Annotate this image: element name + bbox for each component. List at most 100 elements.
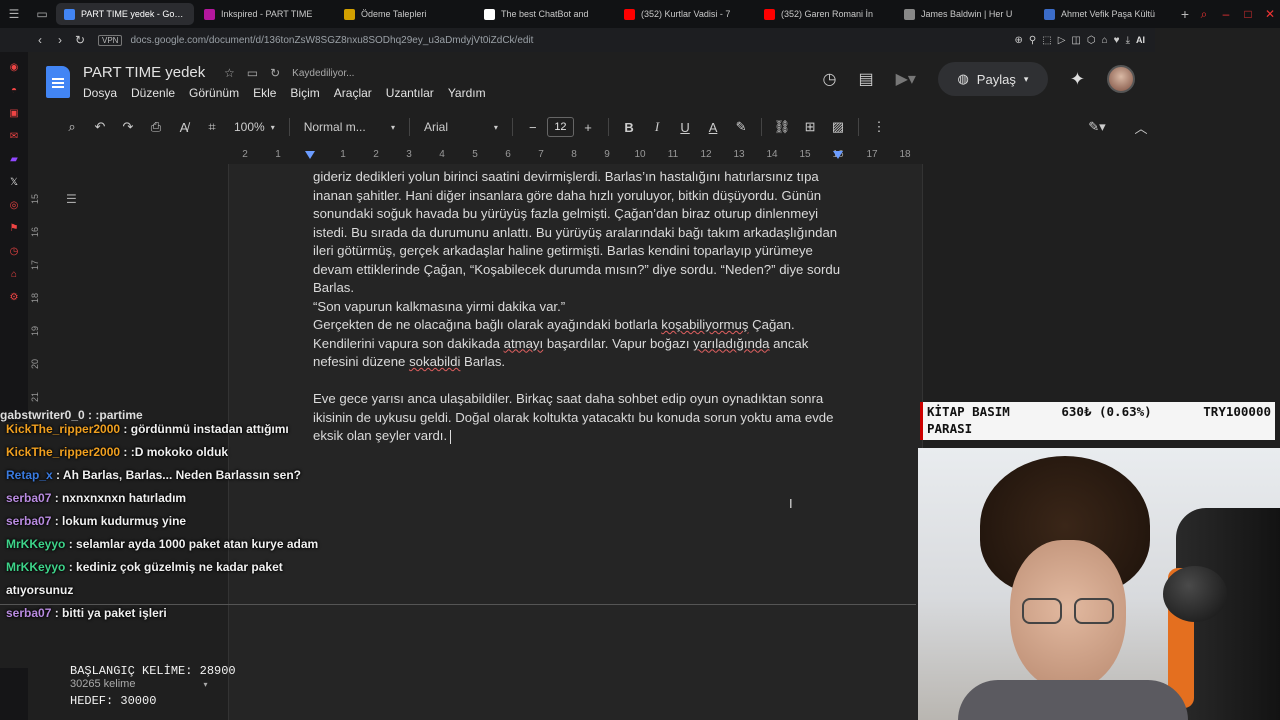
profile-icon[interactable]: ⌂ (1102, 35, 1108, 46)
extensions-icon[interactable]: ⬡ (1087, 35, 1096, 46)
docs-word-count[interactable]: 30265 kelime ▾ (70, 678, 207, 690)
redo-icon[interactable]: ↷ (114, 115, 142, 139)
history-icon[interactable]: ◷ (822, 69, 836, 89)
increase-font-icon[interactable]: + (574, 115, 602, 139)
spelling-error[interactable]: atmayı (504, 336, 544, 351)
document-paragraph[interactable]: Gerçekten de ne olacağına bağlı olarak a… (313, 316, 853, 372)
reload-icon[interactable]: ↻ (70, 33, 90, 47)
maximize-button[interactable]: □ (1238, 7, 1258, 21)
style-select[interactable]: Normal m... ▾ (296, 115, 403, 139)
italic-icon[interactable]: I (643, 115, 671, 139)
underline-icon[interactable]: U (671, 115, 699, 139)
browser-tab[interactable]: The best ChatBot and (476, 3, 614, 25)
highlight-icon[interactable]: ✎ (727, 115, 755, 139)
paint-format-icon[interactable]: ⌗ (198, 115, 226, 139)
spelling-error[interactable]: koşabiliyormuş (661, 317, 748, 332)
document-page[interactable]: gideriz dedikleri yolun birinci saatini … (228, 164, 923, 720)
browser-tab[interactable]: Ödeme Talepleri (336, 3, 474, 25)
browser-tab[interactable]: PART TIME yedek - Google (56, 3, 194, 25)
gemini-icon[interactable]: ✦ (1070, 69, 1085, 90)
link-icon[interactable]: ⛓ (768, 115, 796, 139)
browser-tab[interactable]: (352) Kurtlar Vadisi - 7 (616, 3, 754, 25)
add-comment-icon[interactable]: ⊞ (796, 115, 824, 139)
print-icon[interactable]: ⎙ (142, 115, 170, 139)
browser-tab[interactable]: Inkspired - PART TIME (196, 3, 334, 25)
forward-icon[interactable]: › (50, 33, 70, 47)
spelling-error[interactable]: sokabildi (409, 354, 460, 369)
docs-logo-icon[interactable] (46, 66, 70, 98)
spellcheck-icon[interactable]: A̸ (170, 115, 198, 139)
document-body[interactable]: gideriz dedikleri yolun birinci saatini … (313, 168, 853, 446)
bookmark-icon[interactable]: ⚑ (0, 217, 28, 240)
url-field[interactable]: docs.google.com/document/d/136tonZsW8SGZ… (130, 35, 533, 46)
menu-item[interactable]: Düzenle (131, 86, 175, 100)
document-title[interactable]: PART TIME yedek (83, 64, 205, 81)
font-select[interactable]: Arial ▾ (416, 115, 506, 139)
search-tabs-icon[interactable]: ⌕ (1194, 7, 1214, 22)
menu-item[interactable]: Yardım (448, 86, 486, 100)
player-icon[interactable]: ◎ (0, 194, 28, 217)
menu-item[interactable]: Görünüm (189, 86, 239, 100)
font-size-input[interactable]: 12 (546, 117, 575, 137)
aria-icon[interactable]: ◉ (0, 56, 28, 79)
document-paragraph[interactable]: Eve gece yarısı anca ulaşabildiler. Birk… (313, 390, 853, 446)
camera-icon[interactable]: ◫ (1071, 35, 1080, 46)
browser-tab[interactable]: (352) Garen Romani İn (756, 3, 894, 25)
menu-item[interactable]: Araçlar (334, 86, 372, 100)
tab-overview-icon[interactable]: ▭ (28, 0, 56, 28)
snapshot-icon[interactable]: ⬚ (1042, 35, 1051, 46)
instagram-icon[interactable]: ▣ (0, 102, 28, 125)
mail-icon[interactable]: ✉ (0, 125, 28, 148)
more-options-icon[interactable]: ⋮ (865, 115, 893, 139)
right-indent-marker[interactable] (833, 151, 843, 159)
insert-image-icon[interactable]: ▨ (824, 115, 852, 139)
editing-mode-icon[interactable]: ✎▾ (1083, 115, 1111, 139)
pin-icon[interactable]: ⚲ (1029, 35, 1036, 46)
document-paragraph[interactable]: gideriz dedikleri yolun birinci saatini … (313, 168, 853, 298)
close-window-button[interactable]: ✕ (1260, 7, 1280, 21)
document-paragraph[interactable] (313, 372, 853, 391)
menu-item[interactable]: Dosya (83, 86, 117, 100)
messenger-icon[interactable]: ◓ (0, 79, 28, 102)
left-indent-marker[interactable] (305, 151, 315, 159)
menu-item[interactable]: Biçim (290, 86, 319, 100)
ai-button[interactable]: AI (1136, 35, 1145, 45)
avatar[interactable] (1107, 65, 1135, 93)
search-menus-icon[interactable]: ⌕ (58, 115, 86, 139)
document-paragraph[interactable]: “Son vapurun kalkmasına yirmi dakika var… (313, 298, 853, 317)
share-button[interactable]: ◍ Paylaş ▾ (937, 62, 1048, 96)
pinboard-icon[interactable]: ⌂ (0, 263, 28, 286)
back-icon[interactable]: ‹ (30, 33, 50, 47)
vpn-badge[interactable]: VPN (98, 34, 123, 46)
play-icon[interactable]: ▷ (1058, 35, 1066, 46)
browser-tab[interactable]: Ahmet Vefik Paşa Kültü (1036, 3, 1174, 25)
new-tab-button[interactable]: + (1174, 3, 1196, 25)
zoom-icon[interactable]: ⊕ (1015, 35, 1023, 46)
opera-menu-icon[interactable]: ☰ (0, 0, 28, 28)
minimize-button[interactable]: – (1216, 7, 1236, 21)
ruler-number: 15 (799, 149, 811, 160)
heart-icon[interactable]: ♥ (1114, 35, 1120, 46)
move-folder-icon[interactable]: ▭ (247, 66, 258, 80)
text-color-icon[interactable]: A (699, 115, 727, 139)
undo-icon[interactable]: ↶ (86, 115, 114, 139)
document-outline-icon[interactable]: ☰ (66, 192, 77, 206)
meet-icon[interactable]: ▶▾ (896, 69, 916, 89)
browser-tab[interactable]: James Baldwin | Her U (896, 3, 1034, 25)
collapse-menu-icon[interactable]: ︿ (1127, 115, 1155, 139)
comments-icon[interactable]: ▤ (858, 69, 873, 89)
history-icon[interactable]: ◷ (0, 240, 28, 263)
x-icon[interactable]: 𝕏 (0, 171, 28, 194)
menu-item[interactable]: Uzantılar (386, 86, 434, 100)
zoom-select[interactable]: 100% ▾ (226, 115, 283, 139)
twitch-icon[interactable]: ▰ (0, 148, 28, 171)
bold-icon[interactable]: B (615, 115, 643, 139)
menu-item[interactable]: Ekle (253, 86, 276, 100)
sync-icon[interactable]: ↻ (270, 66, 280, 80)
browser-sidebar-bottom (0, 668, 28, 720)
spelling-error[interactable]: yarıladığında (693, 336, 769, 351)
download-icon[interactable]: ⤓ (1126, 35, 1130, 46)
decrease-font-icon[interactable]: − (519, 115, 547, 139)
star-icon[interactable]: ☆ (224, 66, 235, 80)
settings-icon[interactable]: ⚙ (0, 286, 28, 309)
